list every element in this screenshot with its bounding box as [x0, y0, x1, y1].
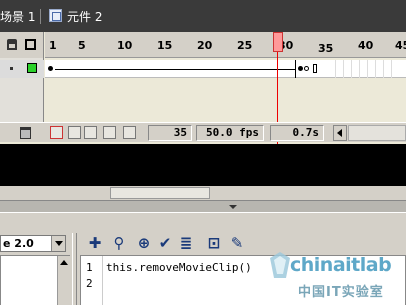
- ruler-label: 40: [358, 39, 374, 52]
- frame-rate: 50.0 fps: [196, 125, 264, 141]
- ruler-label: 10: [117, 39, 133, 52]
- timeline-panel: 1 5 10 15 20 25 30 35 40 45: [0, 32, 406, 149]
- empty-keyframe[interactable]: [304, 66, 309, 71]
- frame-cell: [343, 60, 344, 78]
- ruler-label: 15: [157, 39, 173, 52]
- tween-line: [55, 69, 295, 70]
- layer-lock-dot-icon[interactable]: [10, 67, 13, 70]
- symbol-icon: [49, 9, 62, 22]
- stage-scrollbar[interactable]: [0, 186, 406, 200]
- onion-skin-icon[interactable]: [68, 126, 81, 139]
- playhead[interactable]: [273, 32, 283, 52]
- frame-cell: [367, 60, 368, 78]
- auto-format-icon[interactable]: ≣: [177, 234, 195, 252]
- trash-icon[interactable]: [20, 127, 31, 139]
- chevron-down-icon[interactable]: [51, 236, 65, 251]
- scrollbar-thumb[interactable]: [110, 187, 210, 199]
- edit-multiple-icon[interactable]: [103, 126, 116, 139]
- panel-splitter[interactable]: [72, 233, 77, 305]
- collapse-arrow-icon[interactable]: [229, 205, 237, 209]
- line-number: 1: [86, 261, 93, 274]
- show-code-hint-icon[interactable]: ⊡: [205, 234, 223, 252]
- outline-icon[interactable]: [27, 63, 37, 73]
- frame-cell: [391, 60, 392, 78]
- check-syntax-icon[interactable]: ✔: [156, 234, 174, 252]
- keyframe[interactable]: [48, 66, 53, 71]
- layer-header: [0, 32, 44, 58]
- ruler-label: 5: [78, 39, 86, 52]
- lock-icon[interactable]: [7, 39, 17, 50]
- insert-target-path-icon[interactable]: ⊕: [135, 234, 153, 252]
- frame-cell: [359, 60, 360, 78]
- ruler-label: 45: [395, 39, 406, 52]
- ruler-label: 20: [197, 39, 213, 52]
- frame-divider: [295, 60, 296, 78]
- breadcrumb-scene[interactable]: 场景 1: [0, 8, 35, 25]
- breadcrumb-symbol[interactable]: 元件 2: [67, 8, 102, 25]
- layer-row[interactable]: [0, 60, 44, 78]
- frame-row[interactable]: [45, 60, 406, 78]
- onion-outline-icon[interactable]: [84, 126, 97, 139]
- actions-toolbox-list[interactable]: [0, 255, 70, 305]
- timeline-status-bar: 35 50.0 fps 0.7s: [0, 122, 406, 142]
- scroll-left-button[interactable]: [333, 125, 347, 141]
- frame-end-marker: [313, 64, 317, 73]
- current-frame: 35: [148, 125, 192, 141]
- ruler-label: 35: [318, 42, 334, 55]
- frame-cell: [351, 60, 352, 78]
- line-number-gutter: 1 2: [81, 256, 103, 305]
- watermark-logo-icon: [270, 252, 290, 278]
- debug-options-icon[interactable]: ✎: [228, 234, 246, 252]
- add-statement-icon[interactable]: ✚: [86, 234, 104, 252]
- onion-markers-icon[interactable]: [123, 126, 136, 139]
- breadcrumb-separator: [40, 9, 41, 24]
- watermark-brand: chinaitlab: [290, 254, 392, 276]
- actionscript-version-select[interactable]: e 2.0: [0, 235, 66, 252]
- find-icon[interactable]: ⚲: [110, 234, 128, 252]
- elapsed-time: 0.7s: [270, 125, 324, 141]
- toolbox-scrollbar[interactable]: [57, 256, 70, 305]
- line-number: 2: [86, 277, 93, 290]
- frame-cell: [383, 60, 384, 78]
- panel-divider[interactable]: [0, 200, 406, 212]
- outline-toggle-icon[interactable]: [25, 39, 36, 50]
- horizontal-scrollbar[interactable]: [348, 125, 406, 141]
- ruler-label: 25: [237, 39, 253, 52]
- breadcrumb: 场景 1 元件 2: [0, 0, 406, 32]
- stage-area: [0, 144, 406, 186]
- watermark: chinaitlab 中国IT实验室: [268, 250, 406, 305]
- frame-cell: [375, 60, 376, 78]
- frame-ruler[interactable]: 1 5 10 15 20 25 30 35 40 45: [45, 32, 406, 58]
- watermark-subtitle: 中国IT实验室: [298, 285, 384, 300]
- keyframe[interactable]: [298, 66, 303, 71]
- ruler-label: 1: [49, 39, 57, 52]
- version-select-value: e 2.0: [3, 237, 34, 250]
- code-line[interactable]: this.removeMovieClip(): [106, 261, 252, 274]
- frame-cell: [335, 60, 336, 78]
- center-frame-icon[interactable]: [50, 126, 63, 139]
